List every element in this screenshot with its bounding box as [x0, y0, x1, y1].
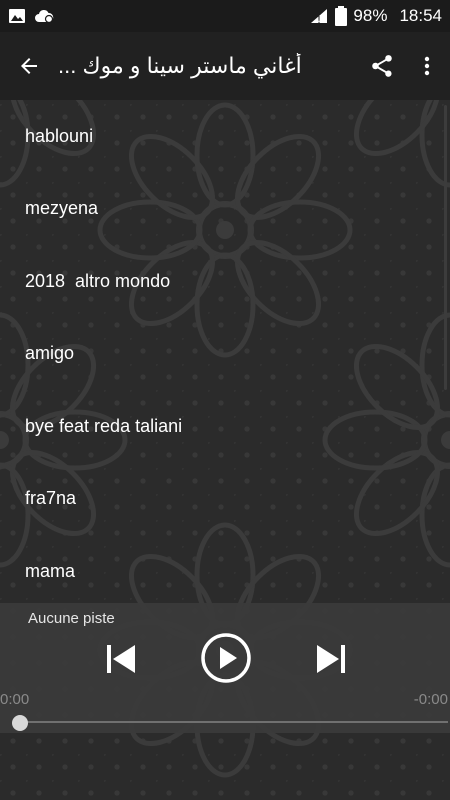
media-player: Aucune piste 0:00 -0:00: [0, 603, 450, 733]
list-item[interactable]: hablouni: [0, 100, 450, 173]
image-notification-icon: [9, 9, 25, 23]
list-item[interactable]: mama: [0, 535, 450, 603]
status-bar: ! 98% 18:54: [0, 0, 450, 32]
seek-thumb[interactable]: [12, 715, 28, 731]
system-indicators: ! 98% 18:54: [309, 6, 442, 26]
now-playing-label: Aucune piste: [28, 610, 115, 627]
list-scrollbar[interactable]: [444, 105, 447, 390]
previous-button[interactable]: [101, 639, 141, 679]
play-button[interactable]: [199, 631, 253, 685]
wifi-icon: !: [311, 9, 328, 25]
remaining-time: -0:00: [413, 691, 448, 708]
list-item[interactable]: 2018 altro mondo: [0, 245, 450, 318]
share-icon: [372, 55, 392, 77]
list-item[interactable]: bye feat reda taliani: [0, 390, 450, 463]
list-item[interactable]: amigo: [0, 318, 450, 391]
clock: 18:54: [399, 6, 442, 25]
cloud-notification-icon: [35, 9, 54, 24]
next-button[interactable]: [311, 639, 351, 679]
battery-icon: [335, 6, 348, 26]
more-vert-icon: [424, 56, 430, 76]
back-button[interactable]: [0, 32, 58, 100]
overflow-menu-button[interactable]: [404, 32, 450, 100]
elapsed-time: 0:00: [0, 691, 30, 708]
svg-text:!: !: [317, 15, 321, 25]
list-item[interactable]: mezyena: [0, 173, 450, 246]
battery-level: 98%: [353, 6, 388, 25]
play-icon: [201, 633, 251, 683]
arrow-left-icon: [21, 58, 37, 74]
skip-previous-icon: [107, 645, 135, 673]
list-item[interactable]: fra7na: [0, 463, 450, 536]
page-title: أغاني ماستر سينا و موك ...: [58, 53, 302, 78]
app-toolbar: أغاني ماستر سينا و موك ...: [0, 32, 450, 100]
playback-controls: [0, 631, 450, 687]
track-list: hablouni mezyena 2018 altro mondo amigo …: [0, 100, 450, 603]
seek-bar[interactable]: [20, 721, 448, 723]
share-button[interactable]: [360, 32, 404, 100]
notification-icons: [8, 7, 54, 25]
skip-next-icon: [317, 645, 345, 673]
